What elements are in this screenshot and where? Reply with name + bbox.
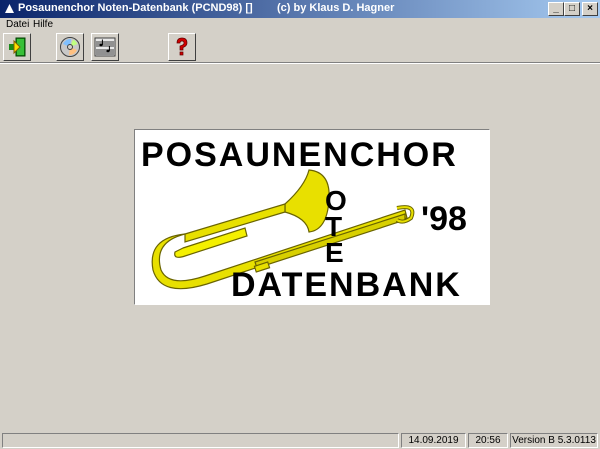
minimize-button[interactable]: _: [548, 2, 564, 16]
cd-icon: [60, 37, 80, 57]
splash-logo: POSAUNENCHOR O T E '98 DATENBANK: [134, 129, 490, 305]
title-bar[interactable]: Posaunenchor Noten-Datenbank (PCND98) []…: [0, 0, 600, 18]
menu-datei[interactable]: Datei: [4, 18, 31, 32]
status-date: 14.09.2019: [401, 433, 466, 448]
cd-button[interactable]: [56, 33, 84, 61]
sheet-music-icon: [94, 37, 116, 57]
window-controls: _ □ ×: [548, 2, 598, 16]
sheet-music-button[interactable]: [91, 33, 119, 61]
maximize-button[interactable]: □: [564, 2, 580, 16]
exit-door-icon: [9, 37, 26, 57]
splash-year: '98: [421, 200, 467, 238]
status-bar: 14.09.2019 20:56 Version B 5.3.0113: [0, 432, 600, 449]
menu-hilfe[interactable]: Hilfe: [31, 18, 55, 32]
splash-title: POSAUNENCHOR: [141, 136, 458, 174]
splash-graphic: POSAUNENCHOR O T E '98 DATENBANK: [141, 136, 467, 304]
window-title: Posaunenchor Noten-Datenbank (PCND98) []: [18, 2, 253, 14]
splash-subtitle: DATENBANK: [231, 266, 462, 304]
status-time: 20:56: [468, 433, 508, 448]
menu-bar: Datei Hilfe: [0, 18, 600, 32]
help-question-icon: [176, 37, 188, 56]
exit-button[interactable]: [3, 33, 31, 61]
help-button[interactable]: [168, 33, 196, 61]
splash-letter-e: E: [325, 237, 344, 268]
close-button[interactable]: ×: [582, 2, 598, 16]
toolbar-separator: [0, 62, 600, 64]
status-version: Version B 5.3.0113: [510, 433, 598, 448]
app-icon[interactable]: [3, 2, 16, 15]
toolbar: [0, 32, 600, 62]
window-credit: (c) by Klaus D. Hagner: [277, 2, 395, 14]
status-panel-message: [2, 433, 399, 448]
